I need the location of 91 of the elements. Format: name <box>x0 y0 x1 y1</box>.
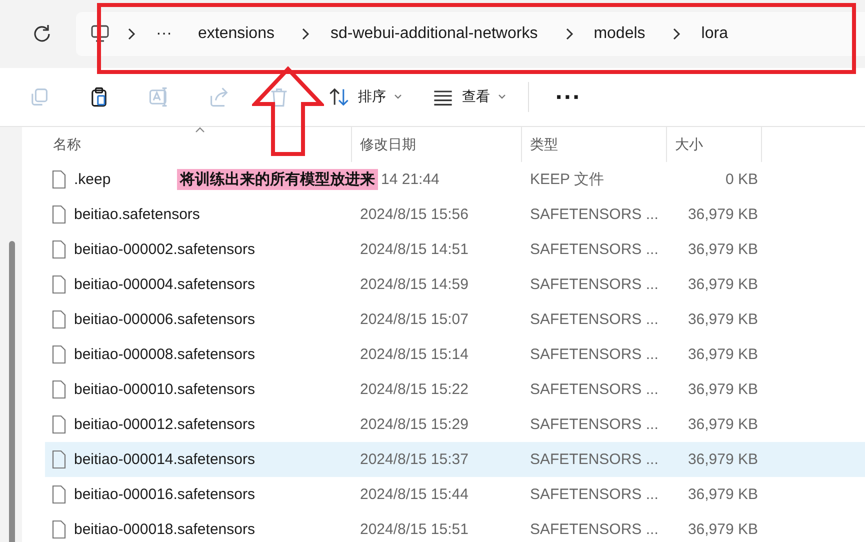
file-name: beitiao-000004.safetensors <box>74 276 255 293</box>
dropdown-icon <box>498 94 506 100</box>
file-type: SAFETENSORS ... <box>530 521 658 538</box>
view-button[interactable]: 查看 <box>432 86 506 108</box>
file-icon <box>52 520 66 539</box>
chevron-icon <box>671 28 682 40</box>
file-type: SAFETENSORS ... <box>530 206 658 223</box>
file-type: SAFETENSORS ... <box>530 416 658 433</box>
file-name: beitiao-000006.safetensors <box>74 311 255 328</box>
modified-date: 2024/8/15 15:07 <box>360 311 468 328</box>
file-type: SAFETENSORS ... <box>530 311 658 328</box>
file-type: KEEP 文件 <box>530 170 604 189</box>
file-type: SAFETENSORS ... <box>530 486 658 503</box>
file-row[interactable]: .keep 将训练出来的所有模型放进来 14 21:44 KEEP 文件 0 KB <box>45 162 865 197</box>
file-size: 36,979 KB <box>688 206 758 223</box>
file-row[interactable]: beitiao-000008.safetensors 2024/8/15 15:14 SAFETENSORS ... 36,979 KB <box>45 337 865 372</box>
file-name: beitiao-000010.safetensors <box>74 381 255 398</box>
modified-date: 2024/8/15 15:14 <box>360 346 468 363</box>
column-header[interactable]: 名称 <box>45 127 352 162</box>
file-icon <box>52 275 66 294</box>
file-row[interactable]: beitiao-000006.safetensors 2024/8/15 15:07 SAFETENSORS ... 36,979 KB <box>45 302 865 337</box>
modified-date: 14 21:44 <box>381 171 440 188</box>
file-icon <box>52 205 66 224</box>
file-size: 36,979 KB <box>688 451 758 468</box>
address-bar[interactable]: ··· extensions sd-webui-additional-networks models lora <box>76 12 865 56</box>
file-icon <box>52 415 66 434</box>
more-button[interactable]: ··· <box>555 85 581 109</box>
file-name: beitiao-000014.safetensors <box>74 451 255 468</box>
file-icon <box>52 380 66 399</box>
share-icon <box>208 86 230 108</box>
breadcrumb-item[interactable]: sd-webui-additional-networks <box>330 25 538 43</box>
file-size: 0 KB <box>725 171 758 188</box>
dropdown-icon <box>394 94 402 100</box>
file-icon <box>52 310 66 329</box>
chevron-icon <box>126 28 136 40</box>
column-header[interactable]: 类型 <box>522 127 667 162</box>
file-size: 36,979 KB <box>688 381 758 398</box>
sort-button[interactable]: 排序 <box>328 86 402 108</box>
scrollbar-thumb[interactable] <box>9 241 15 542</box>
chevron-icon <box>564 28 574 40</box>
file-name: .keep <box>74 171 111 188</box>
breadcrumb-item[interactable]: lora <box>701 25 728 43</box>
file-icon <box>52 240 66 259</box>
computer-icon <box>90 24 110 44</box>
file-row[interactable]: beitiao-000018.safetensors 2024/8/15 15:51 SAFETENSORS ... 36,979 KB <box>45 512 865 542</box>
modified-date: 2024/8/15 15:44 <box>360 486 468 503</box>
file-name: beitiao.safetensors <box>74 206 200 223</box>
modified-date: 2024/8/15 14:51 <box>360 241 468 258</box>
file-row[interactable]: beitiao-000012.safetensors 2024/8/15 15:29 SAFETENSORS ... 36,979 KB <box>45 407 865 442</box>
file-size: 36,979 KB <box>688 241 758 258</box>
file-size: 36,979 KB <box>688 346 758 363</box>
column-header[interactable]: 修改日期 <box>352 127 522 162</box>
breadcrumb-overflow[interactable]: ··· <box>156 25 172 43</box>
file-type: SAFETENSORS ... <box>530 451 658 468</box>
file-name: beitiao-000012.safetensors <box>74 416 255 433</box>
annotation-label: 将训练出来的所有模型放进来 <box>177 169 378 190</box>
chevron-icon <box>300 28 310 40</box>
file-name: beitiao-000008.safetensors <box>74 346 255 363</box>
file-type: SAFETENSORS ... <box>530 381 658 398</box>
file-size: 36,979 KB <box>688 416 758 433</box>
file-row[interactable]: beitiao.safetensors 2024/8/15 15:56 SAFETENSORS ... 36,979 KB <box>45 197 865 232</box>
file-row[interactable]: beitiao-000004.safetensors 2024/8/15 14:59 SAFETENSORS ... 36,979 KB <box>45 267 865 302</box>
breadcrumb-item[interactable]: models <box>594 25 646 43</box>
modified-date: 2024/8/15 15:51 <box>360 521 468 538</box>
file-name: beitiao-000016.safetensors <box>74 486 255 503</box>
sort-caret-icon <box>195 127 205 133</box>
file-type: SAFETENSORS ... <box>530 276 658 293</box>
file-type: SAFETENSORS ... <box>530 346 658 363</box>
modified-date: 2024/8/15 15:29 <box>360 416 468 433</box>
modified-date: 2024/8/15 15:22 <box>360 381 468 398</box>
file-row[interactable]: beitiao-000016.safetensors 2024/8/15 15:44 SAFETENSORS ... 36,979 KB <box>45 477 865 512</box>
file-type: SAFETENSORS ... <box>530 241 658 258</box>
modified-date: 2024/8/15 14:59 <box>360 276 468 293</box>
file-name: beitiao-000002.safetensors <box>74 241 255 258</box>
file-row[interactable]: beitiao-000002.safetensors 2024/8/15 14:51 SAFETENSORS ... 36,979 KB <box>45 232 865 267</box>
file-size: 36,979 KB <box>688 276 758 293</box>
file-name: beitiao-000018.safetensors <box>74 521 255 538</box>
column-header[interactable]: 大小 <box>667 127 762 162</box>
file-icon <box>52 485 66 504</box>
modified-date: 2024/8/15 15:37 <box>360 451 468 468</box>
file-row[interactable]: beitiao-000014.safetensors 2024/8/15 15:37 SAFETENSORS ... 36,979 KB <box>45 442 865 477</box>
file-size: 36,979 KB <box>688 311 758 328</box>
file-row[interactable]: beitiao-000010.safetensors 2024/8/15 15:22 SAFETENSORS ... 36,979 KB <box>45 372 865 407</box>
file-icon <box>52 170 66 189</box>
sort-icon <box>328 86 350 108</box>
modified-date: 2024/8/15 15:56 <box>360 206 468 223</box>
breadcrumb-item[interactable]: extensions <box>198 25 274 43</box>
file-icon <box>52 450 66 469</box>
file-size: 36,979 KB <box>688 521 758 538</box>
file-size: 36,979 KB <box>688 486 758 503</box>
file-icon <box>52 345 66 364</box>
